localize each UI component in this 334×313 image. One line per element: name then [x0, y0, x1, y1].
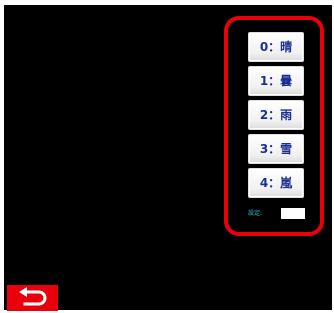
device-screen: 0：晴 1：曇 2：雨 3：雪 4：嵐 設定: [0, 0, 334, 313]
setting-label: 設定: [248, 210, 263, 217]
option-0-button[interactable]: 0：晴 [248, 32, 304, 62]
option-1-button[interactable]: 1：曇 [248, 66, 304, 96]
option-4-button[interactable]: 4：嵐 [248, 168, 304, 198]
return-arrow-icon [19, 287, 47, 306]
option-2-button[interactable]: 2：雨 [248, 100, 304, 130]
back-button[interactable] [7, 285, 58, 311]
setting-value-box [281, 208, 305, 219]
option-3-button[interactable]: 3：雪 [248, 134, 304, 164]
